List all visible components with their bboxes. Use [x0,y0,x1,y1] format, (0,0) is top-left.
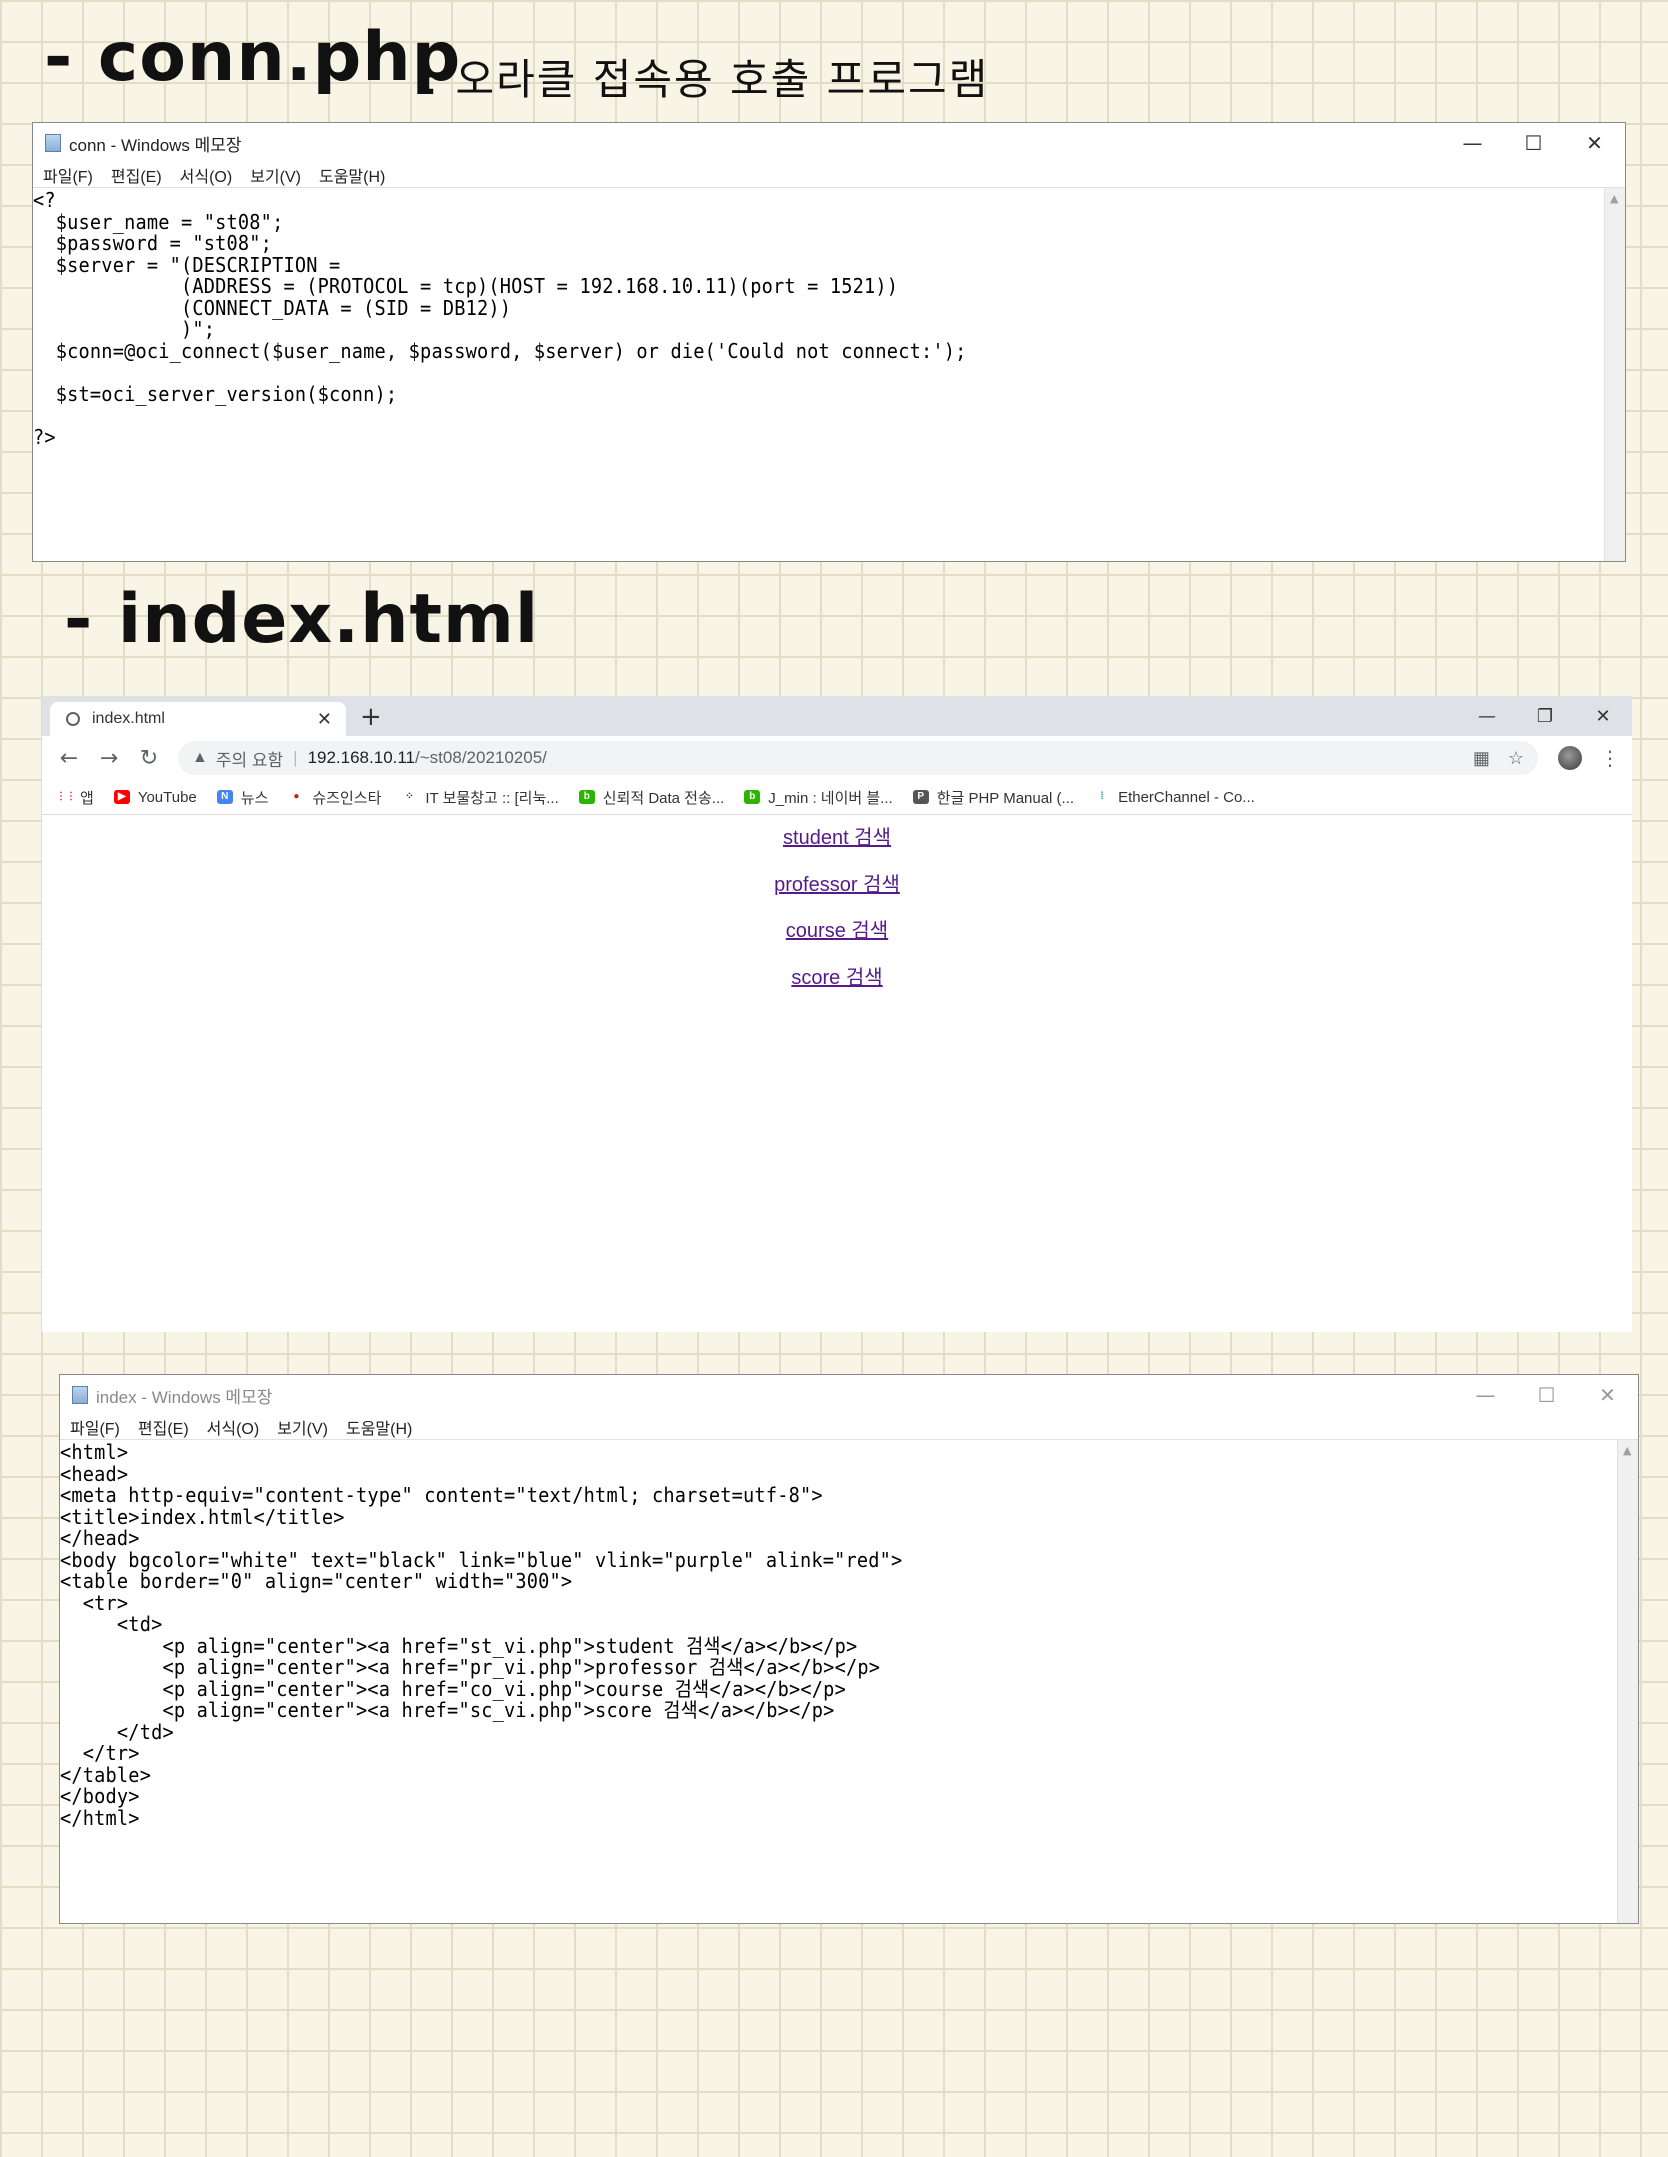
kebab-menu-icon[interactable]: ⋮ [1600,746,1620,770]
menu-view[interactable]: 보기(V) [277,1415,328,1439]
bookmark-item[interactable]: b 신뢰적 Data 전송... [578,787,725,808]
notepad-titlebar[interactable]: conn - Windows 메모장 — ☐ ✕ [33,123,1625,163]
address-separator: | [293,748,298,767]
url-path[interactable]: /~st08/20210205/ [415,748,547,768]
menu-bar: 파일(F) 편집(E) 서식(O) 보기(V) 도움말(H) [33,163,1625,187]
link-professor-search[interactable]: professor 검색 [774,874,900,896]
close-button[interactable]: ✕ [1577,1375,1638,1415]
menu-help[interactable]: 도움말(H) [319,163,385,187]
qr-code-icon[interactable]: ▦ [1473,748,1490,769]
link-score-search[interactable]: score 검색 [791,967,882,989]
tab-strip: index.html ✕ + — ❐ ✕ [42,696,1632,736]
bookmark-item[interactable]: P 한글 PHP Manual (... [912,787,1075,808]
back-icon[interactable]: ← [56,746,82,771]
globe-icon [66,712,80,726]
bookmark-item[interactable]: ▶ YouTube [113,788,197,806]
reload-icon[interactable]: ↻ [136,746,162,771]
notepad-titlebar[interactable]: index - Windows 메모장 — ☐ ✕ [60,1375,1638,1415]
index-heading: - index.html [64,580,540,659]
bookmark-label: IT 보물창고 :: [리눅... [425,789,559,807]
bookmark-label: 슈즈인스타 [312,789,382,807]
restore-button[interactable]: ❐ [1516,696,1574,736]
notepad-icon [45,134,61,152]
bookmark-label: 앱 [80,789,94,807]
minimize-button[interactable]: — [1455,1375,1516,1415]
menu-format[interactable]: 서식(O) [207,1415,260,1439]
bookmark-label: 뉴스 [240,789,269,807]
address-bar[interactable]: ▲ 주의 요함 | 192.168.10.11/~st08/20210205/ … [178,741,1538,775]
notepad-window-index: index - Windows 메모장 — ☐ ✕ 파일(F) 편집(E) 서식… [59,1374,1639,1924]
minimize-button[interactable]: — [1458,696,1516,736]
notepad-window-conn: conn - Windows 메모장 — ☐ ✕ 파일(F) 편집(E) 서식(… [32,122,1626,562]
close-button[interactable]: ✕ [1574,696,1632,736]
link-course-search[interactable]: course 검색 [786,920,888,942]
link-student-search[interactable]: student 검색 [783,827,891,849]
bookmark-label: 한글 PHP Manual (... [936,789,1075,807]
warning-icon[interactable]: ▲ [192,749,208,767]
apps-icon: ⋮⋮ [56,791,76,802]
maximize-button[interactable]: ☐ [1503,123,1564,163]
bookmark-label: YouTube [137,788,197,806]
conn-subtitle: : 오라클 접속용 호출 프로그램 [424,55,990,104]
bookmark-item[interactable]: ⁘ IT 보물창고 :: [리눅... [401,787,559,808]
conn-heading: - conn.php [44,18,462,97]
tab-index-html[interactable]: index.html ✕ [50,702,346,736]
menu-edit[interactable]: 편집(E) [138,1415,189,1439]
menu-file[interactable]: 파일(F) [43,163,93,187]
php-icon: P [912,790,929,804]
close-button[interactable]: ✕ [1564,123,1625,163]
circle-icon: ● [293,791,300,802]
maximize-button[interactable]: ☐ [1516,1375,1577,1415]
menu-file[interactable]: 파일(F) [70,1415,120,1439]
cisco-icon: ⁞ [1100,791,1104,802]
bookmark-item[interactable]: ⋮⋮ 앱 [56,787,94,808]
tab-close-icon[interactable]: ✕ [317,709,332,730]
youtube-icon: ▶ [113,790,130,804]
scroll-up-icon[interactable]: ▲ [1610,192,1618,205]
vertical-scrollbar[interactable]: ▲ [1604,188,1625,561]
text-area[interactable]: <? $user_name = "st08"; $password = "st0… [33,187,1625,561]
news-icon: N [216,790,233,804]
menu-format[interactable]: 서식(O) [180,163,233,187]
bookmark-item[interactable]: ● 슈즈인스타 [288,787,381,808]
new-tab-button[interactable]: + [360,704,382,730]
vertical-scrollbar[interactable]: ▲ [1617,1440,1638,1923]
tab-title: index.html [92,710,165,727]
forward-icon[interactable]: → [96,746,122,771]
bookmark-label: 신뢰적 Data 전송... [602,789,725,807]
bookmark-item[interactable]: N 뉴스 [216,787,269,808]
notepad-icon [72,1386,88,1404]
text-area[interactable]: <html> <head> <meta http-equiv="content-… [60,1439,1638,1923]
blog-icon: b [744,790,761,804]
file-content[interactable]: <? $user_name = "st08"; $password = "st0… [33,188,1514,448]
window-title: conn - Windows 메모장 [69,135,242,155]
star-icon[interactable]: ☆ [1508,748,1524,769]
bookmark-label: J_min : 네이버 블... [768,789,893,807]
profile-avatar[interactable] [1558,746,1582,770]
file-content[interactable]: <html> <head> <meta http-equiv="content-… [60,1440,1528,1829]
menu-view[interactable]: 보기(V) [250,163,301,187]
menu-help[interactable]: 도움말(H) [346,1415,412,1439]
blog-icon: b [578,790,595,804]
bookmark-item[interactable]: b J_min : 네이버 블... [744,787,893,808]
browser-toolbar: ← → ↻ ▲ 주의 요함 | 192.168.10.11/~st08/2021… [42,736,1632,780]
bookmarks-bar: ⋮⋮ 앱 ▶ YouTube N 뉴스 ● 슈즈인스타 ⁘ IT 보물창고 :: [리눅... b 신… [42,780,1632,815]
minimize-button[interactable]: — [1442,123,1503,163]
window-title: index - Windows 메모장 [96,1387,273,1407]
security-label[interactable]: 주의 요함 [216,746,283,771]
scroll-up-icon[interactable]: ▲ [1623,1444,1631,1457]
url-host[interactable]: 192.168.10.11 [308,748,415,768]
link-list: student 검색 professor 검색 course 검색 score … [42,825,1632,1011]
browser-window: index.html ✕ + — ❐ ✕ ← → ↻ ▲ 주의 요함 | 192… [42,696,1632,1332]
page-viewport: student 검색 professor 검색 course 검색 score … [42,815,1632,1331]
dots-icon: ⁘ [405,791,414,802]
bookmark-item[interactable]: ⁞ EtherChannel - Co... [1094,788,1255,806]
menu-bar: 파일(F) 편집(E) 서식(O) 보기(V) 도움말(H) [60,1415,1638,1439]
bookmark-label: EtherChannel - Co... [1118,788,1255,806]
menu-edit[interactable]: 편집(E) [111,163,162,187]
